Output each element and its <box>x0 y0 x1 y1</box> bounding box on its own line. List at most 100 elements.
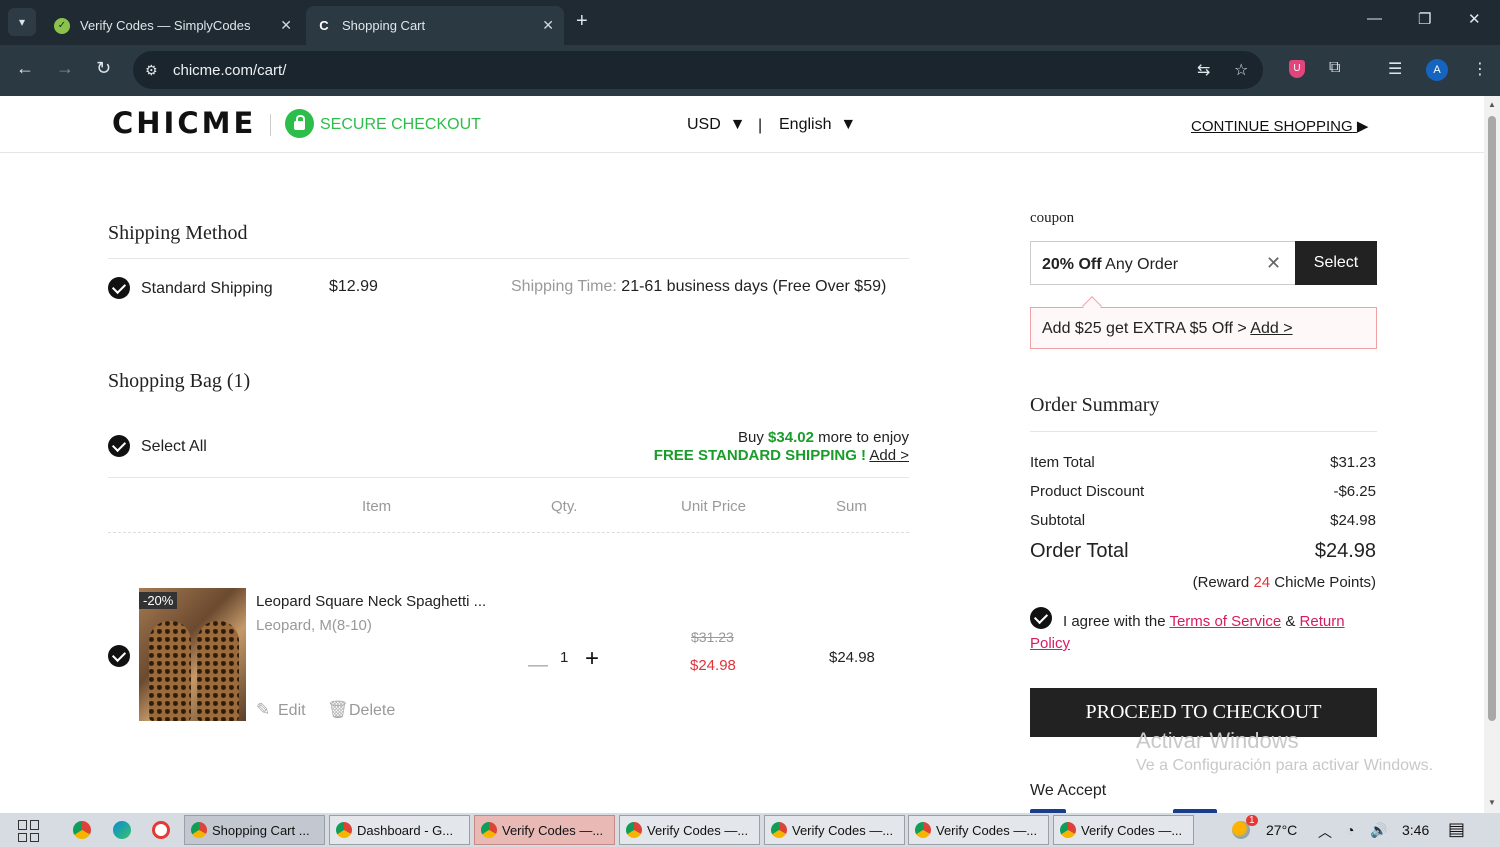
temperature[interactable]: 27°C <box>1266 822 1297 838</box>
tab-search-button[interactable]: ▾ <box>8 8 36 36</box>
free-shipping-line: FREE STANDARD SHIPPING ! Add > <box>654 447 909 464</box>
header-divider <box>270 114 271 136</box>
scroll-down-icon[interactable]: ▼ <box>1488 798 1496 807</box>
chrome-icon[interactable] <box>73 821 91 839</box>
scroll-up-icon[interactable]: ▲ <box>1488 100 1496 109</box>
select-coupon-button[interactable]: Select <box>1295 241 1377 285</box>
tab-verify-codes[interactable]: ✓ Verify Codes — SimplyCodes ✕ <box>44 6 302 45</box>
site-info-icon[interactable]: ⚙ <box>145 62 163 79</box>
extensions-icon[interactable]: ⧉ <box>1329 59 1340 77</box>
taskbar-item[interactable]: Verify Codes —... <box>1053 815 1194 845</box>
taskbar-item[interactable]: Verify Codes —... <box>764 815 905 845</box>
clock[interactable]: 3:46 <box>1402 822 1429 838</box>
back-icon[interactable]: ← <box>16 58 34 79</box>
shipping-radio-checked[interactable] <box>108 277 130 299</box>
wifi-icon[interactable]: ◔ <box>1346 822 1354 838</box>
menu-icon[interactable]: ⋮ <box>1472 59 1488 79</box>
subtotal-value: $24.98 <box>1330 512 1376 529</box>
scrollbar-thumb[interactable] <box>1488 116 1496 721</box>
dashed-divider <box>108 532 909 533</box>
currency-selector[interactable]: USD ▼ <box>687 116 746 134</box>
profile-avatar[interactable]: A <box>1426 59 1448 81</box>
taskbar-item-label: Verify Codes —... <box>936 822 1038 838</box>
browser-tab-bar: ▾ ✓ Verify Codes — SimplyCodes ✕ C Shopp… <box>0 0 1500 45</box>
windows-activation-title: Activar Windows <box>1136 728 1299 753</box>
return-policy-link[interactable]: Return <box>1300 613 1345 630</box>
divider <box>1030 431 1377 432</box>
chevron-up-icon[interactable]: ︿ <box>1318 822 1332 842</box>
taskbar-item[interactable]: Verify Codes —... <box>474 815 615 845</box>
qty-value[interactable]: 1 <box>560 649 568 666</box>
clear-coupon-icon[interactable]: ✕ <box>1266 253 1281 274</box>
url-text[interactable]: chicme.com/cart/ <box>173 62 286 79</box>
translate-icon[interactable]: ⇆ <box>1197 60 1210 80</box>
taskbar-item[interactable]: Dashboard - G... <box>329 815 470 845</box>
qty-decrease-icon[interactable]: — <box>528 654 548 677</box>
tab-close-icon[interactable]: ✕ <box>280 17 292 34</box>
chrome-icon <box>626 822 642 838</box>
column-unit-price: Unit Price <box>681 498 747 515</box>
taskbar-item-label: Verify Codes —... <box>647 822 749 838</box>
forward-icon[interactable]: → <box>56 58 74 79</box>
product-variant[interactable]: Leopard, M(8-10) <box>256 617 372 634</box>
promo-text: Add $25 get EXTRA $5 Off > Add > <box>1042 320 1293 338</box>
bookmark-star-icon[interactable]: ☆ <box>1234 60 1248 80</box>
notifications-icon[interactable]: ▤ <box>1448 819 1465 840</box>
shopping-bag-title: Shopping Bag (1) <box>108 370 251 392</box>
return-policy-link-cont[interactable]: Policy <box>1030 635 1070 652</box>
lock-icon <box>285 109 314 138</box>
item-total-value: $31.23 <box>1330 454 1376 471</box>
tab-close-icon[interactable]: ✕ <box>542 17 554 34</box>
add-more-link[interactable]: Add > <box>869 447 909 464</box>
restore-icon[interactable]: ❐ <box>1418 10 1431 28</box>
buy-prefix: Buy <box>738 429 764 446</box>
minimize-icon[interactable]: — <box>1367 10 1382 27</box>
agree-checkbox[interactable] <box>1030 607 1052 629</box>
product-name[interactable]: Leopard Square Neck Spaghetti ... <box>256 593 486 610</box>
header-pipe: | <box>758 117 763 134</box>
reward-suffix: ChicMe Points) <box>1274 574 1376 591</box>
page-scrollbar[interactable]: ▲ ▼ <box>1484 96 1500 813</box>
edge-icon[interactable] <box>113 821 131 839</box>
chrome-icon <box>336 822 352 838</box>
item-sum: $24.98 <box>829 649 875 666</box>
chrome-icon <box>915 822 931 838</box>
taskbar-item-label: Shopping Cart ... <box>212 822 310 838</box>
reload-icon[interactable]: ↻ <box>96 58 111 79</box>
coupon-value-rest: Any Order <box>1105 256 1179 273</box>
delete-link[interactable]: Delete <box>349 702 395 720</box>
reading-list-icon[interactable]: ☰ <box>1388 59 1402 79</box>
tab-shopping-cart[interactable]: C Shopping Cart ✕ <box>306 6 564 45</box>
taskbar-item-label: Verify Codes —... <box>1081 822 1183 838</box>
taskbar-item[interactable]: Verify Codes —... <box>619 815 760 845</box>
chicme-favicon-icon: C <box>316 17 332 34</box>
order-total-label: Order Total <box>1030 540 1129 562</box>
ublock-shield-icon[interactable]: U <box>1289 60 1305 78</box>
address-bar[interactable]: ⚙ chicme.com/cart/ ⇆ ☆ <box>133 51 1263 89</box>
language-selector[interactable]: English ▼ <box>779 116 856 134</box>
new-tab-icon[interactable]: + <box>576 10 588 33</box>
trash-icon[interactable]: 🗑 <box>327 700 349 720</box>
coupon-value[interactable]: 20% Off Any Order <box>1042 256 1178 274</box>
volume-icon[interactable]: 🔊 <box>1370 822 1387 839</box>
taskbar-item[interactable]: Shopping Cart ... <box>184 815 325 845</box>
close-window-icon[interactable]: ✕ <box>1468 10 1481 28</box>
shipping-method-title: Shipping Method <box>108 222 248 244</box>
app-icon[interactable] <box>152 821 170 839</box>
qty-increase-icon[interactable]: + <box>585 645 599 673</box>
terms-link[interactable]: Terms of Service <box>1169 613 1281 630</box>
edit-link[interactable]: Edit <box>278 702 306 720</box>
promo-add-link[interactable]: Add > <box>1250 320 1292 337</box>
chicme-logo[interactable]: CHICME <box>112 106 256 140</box>
item-checkbox[interactable] <box>108 645 130 667</box>
chrome-icon <box>1060 822 1076 838</box>
start-menu-icon[interactable] <box>18 820 40 842</box>
continue-shopping-link[interactable]: CONTINUE SHOPPING ▶ <box>1191 117 1368 135</box>
continue-shopping-label: CONTINUE SHOPPING <box>1191 118 1353 135</box>
select-all-checkbox[interactable] <box>108 435 130 457</box>
chrome-icon <box>771 822 787 838</box>
taskbar-item[interactable]: Verify Codes —... <box>908 815 1049 845</box>
weather-badge: 1 <box>1246 815 1258 826</box>
coupon-value-bold: 20% Off <box>1042 256 1102 273</box>
edit-icon[interactable]: ✎ <box>256 700 270 720</box>
